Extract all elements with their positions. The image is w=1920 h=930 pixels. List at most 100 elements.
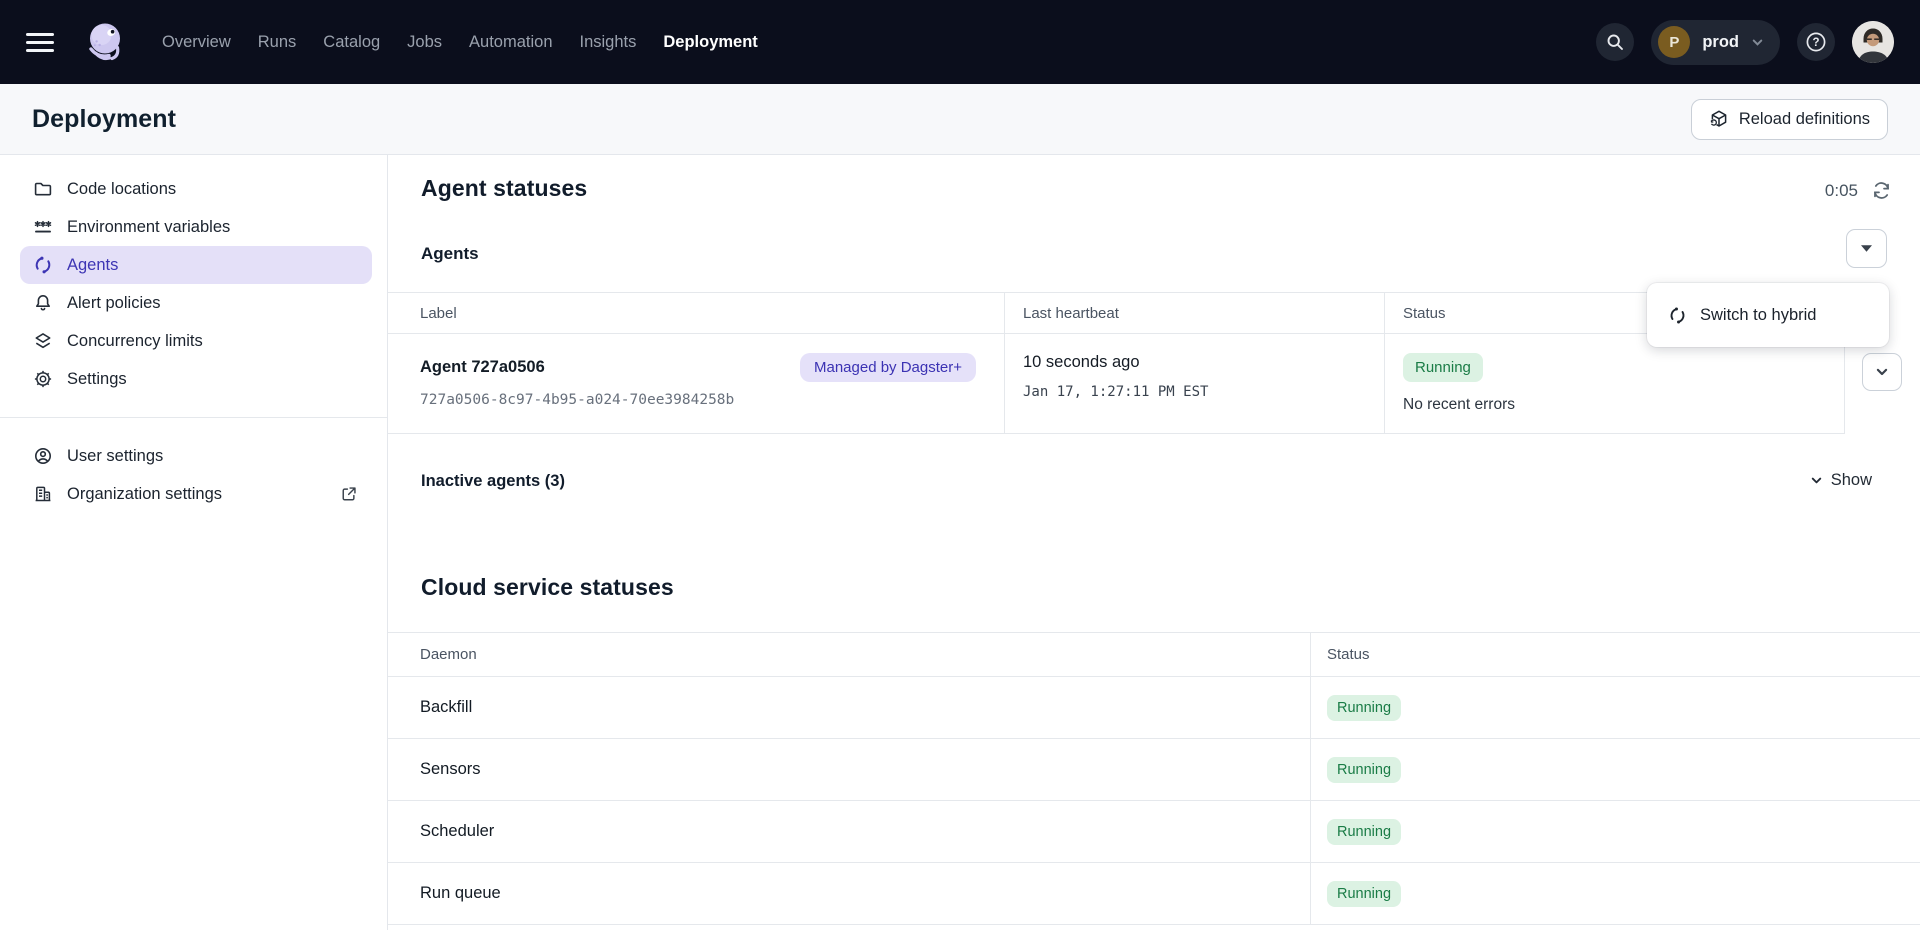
- refresh-countdown: 0:05: [1825, 181, 1858, 201]
- deployment-initial-badge: P: [1658, 26, 1690, 58]
- sidebar-item-environment-variables[interactable]: Environment variables: [20, 208, 372, 246]
- agents-subsection-title: Agents: [421, 244, 479, 264]
- nav-item-automation[interactable]: Automation: [469, 33, 552, 52]
- sidebar-item-label: Organization settings: [67, 485, 222, 504]
- page-header: Deployment Reload definitions: [0, 84, 1920, 155]
- column-header-last-heartbeat: Last heartbeat: [1004, 293, 1384, 333]
- chevron-down-icon: [1810, 474, 1823, 487]
- svg-text:?: ?: [1812, 37, 1819, 49]
- column-header-label: Label: [388, 293, 1004, 333]
- reload-definitions-label: Reload definitions: [1739, 110, 1870, 129]
- status-badge: Running: [1327, 819, 1401, 845]
- managed-by-badge: Managed by Dagster+: [800, 353, 976, 382]
- sidebar-divider: [0, 417, 387, 418]
- show-inactive-agents-button[interactable]: Show: [1810, 471, 1872, 490]
- nav-item-insights[interactable]: Insights: [580, 33, 637, 52]
- agent-label-cell: Agent 727a0506 Managed by Dagster+ 727a0…: [388, 334, 1004, 433]
- page-title: Deployment: [32, 105, 176, 134]
- sidebar-item-code-locations[interactable]: Code locations: [20, 170, 372, 208]
- cloud-service-statuses-title: Cloud service statuses: [421, 574, 674, 601]
- sidebar-item-label: Environment variables: [67, 218, 230, 237]
- sidebar-item-alert-policies[interactable]: Alert policies: [20, 284, 372, 322]
- nav-item-overview[interactable]: Overview: [162, 33, 231, 52]
- column-header-daemon: Daemon: [388, 633, 1310, 676]
- reload-codebox-icon: [1709, 109, 1729, 129]
- menu-hamburger-icon[interactable]: [26, 33, 54, 52]
- agent-uuid: 727a0506-8c97-4b95-a024-70ee3984258b: [420, 392, 1004, 408]
- agent-row-expand-button[interactable]: [1862, 353, 1902, 391]
- agent-row: Agent 727a0506 Managed by Dagster+ 727a0…: [388, 334, 1844, 434]
- sidebar-item-agents[interactable]: Agents: [20, 246, 372, 284]
- cloud-table-header: Daemon Status: [388, 633, 1920, 677]
- status-detail: No recent errors: [1403, 396, 1845, 414]
- search-button[interactable]: [1596, 23, 1634, 61]
- menu-item-switch-to-hybrid[interactable]: Switch to hybrid: [1647, 283, 1889, 347]
- daemon-row-sensors: Sensors Running: [388, 739, 1920, 801]
- nav-item-catalog[interactable]: Catalog: [323, 33, 380, 52]
- question-icon: ?: [1804, 30, 1828, 54]
- top-navbar: Overview Runs Catalog Jobs Automation In…: [0, 0, 1920, 84]
- agent-heartbeat-cell: 10 seconds ago Jan 17, 1:27:11 PM EST: [1004, 334, 1384, 433]
- agents-actions-menu-button[interactable]: [1846, 229, 1887, 268]
- external-link-icon: [340, 485, 358, 503]
- gear-icon: [33, 369, 53, 389]
- agent-statuses-title: Agent statuses: [421, 175, 587, 202]
- help-button[interactable]: ?: [1797, 23, 1835, 61]
- daemon-name: Scheduler: [388, 801, 1310, 862]
- deployment-switcher[interactable]: P prod: [1651, 20, 1780, 65]
- navbar-right-cluster: P prod ?: [1596, 20, 1894, 65]
- daemon-row-backfill: Backfill Running: [388, 677, 1920, 739]
- status-badge: Running: [1327, 757, 1401, 783]
- heartbeat-timestamp: Jan 17, 1:27:11 PM EST: [1023, 384, 1384, 400]
- agent-icon: [33, 255, 53, 275]
- daemon-name: Run queue: [388, 863, 1310, 924]
- folder-icon: [33, 179, 53, 199]
- nav-item-jobs[interactable]: Jobs: [407, 33, 442, 52]
- agent-status-cell: Running No recent errors: [1384, 334, 1845, 433]
- sidebar-item-label: Concurrency limits: [67, 332, 203, 351]
- daemon-row-run-queue: Run queue Running: [388, 863, 1920, 925]
- deployment-sidebar: Code locations Environment variables: [0, 155, 388, 930]
- reload-definitions-button[interactable]: Reload definitions: [1691, 99, 1888, 140]
- user-avatar[interactable]: [1852, 21, 1894, 63]
- building-icon: [33, 484, 53, 504]
- variables-icon: [33, 217, 53, 237]
- inactive-agents-label: Inactive agents (3): [421, 472, 565, 491]
- agents-table-header: Label Last heartbeat Status: [388, 293, 1844, 334]
- bell-icon: [33, 293, 53, 313]
- status-badge: Running: [1327, 881, 1401, 907]
- status-badge: Running: [1403, 353, 1483, 382]
- sidebar-item-label: Code locations: [67, 180, 176, 199]
- sidebar-item-concurrency-limits[interactable]: Concurrency limits: [20, 322, 372, 360]
- cloud-services-table: Daemon Status Backfill Running Sensors R…: [388, 632, 1920, 925]
- daemon-name: Sensors: [388, 739, 1310, 800]
- main-content: Agent statuses 0:05 Agents Label Last he…: [388, 155, 1920, 930]
- app: Overview Runs Catalog Jobs Automation In…: [0, 0, 1920, 930]
- sidebar-item-label: Agents: [67, 256, 118, 275]
- status-badge: Running: [1327, 695, 1401, 721]
- sidebar-item-label: User settings: [67, 447, 163, 466]
- refresh-timer: 0:05: [1825, 180, 1892, 201]
- agents-actions-dropdown: Switch to hybrid: [1647, 283, 1889, 347]
- sidebar-item-settings[interactable]: Settings: [20, 360, 372, 398]
- sidebar-item-label: Alert policies: [67, 294, 161, 313]
- chevron-down-icon: [1875, 365, 1889, 379]
- show-label: Show: [1831, 471, 1872, 490]
- heartbeat-relative: 10 seconds ago: [1023, 353, 1384, 372]
- refresh-icon[interactable]: [1871, 180, 1892, 201]
- dagster-logo-icon[interactable]: [78, 16, 130, 68]
- sidebar-item-user-settings[interactable]: User settings: [20, 437, 372, 475]
- column-header-status: Status: [1310, 633, 1920, 676]
- nav-item-runs[interactable]: Runs: [258, 33, 297, 52]
- caret-down-icon: [1861, 245, 1872, 252]
- agents-table: Label Last heartbeat Status Agent 727a05…: [388, 292, 1845, 434]
- nav-item-deployment[interactable]: Deployment: [663, 33, 757, 52]
- user-circle-icon: [33, 446, 53, 466]
- chevron-down-icon: [1751, 36, 1764, 49]
- primary-nav: Overview Runs Catalog Jobs Automation In…: [162, 33, 758, 52]
- agent-name[interactable]: Agent 727a0506: [420, 358, 545, 377]
- layers-icon: [33, 331, 53, 351]
- deployment-name: prod: [1702, 33, 1739, 52]
- sidebar-item-organization-settings[interactable]: Organization settings: [20, 475, 372, 513]
- agent-icon: [1668, 306, 1687, 325]
